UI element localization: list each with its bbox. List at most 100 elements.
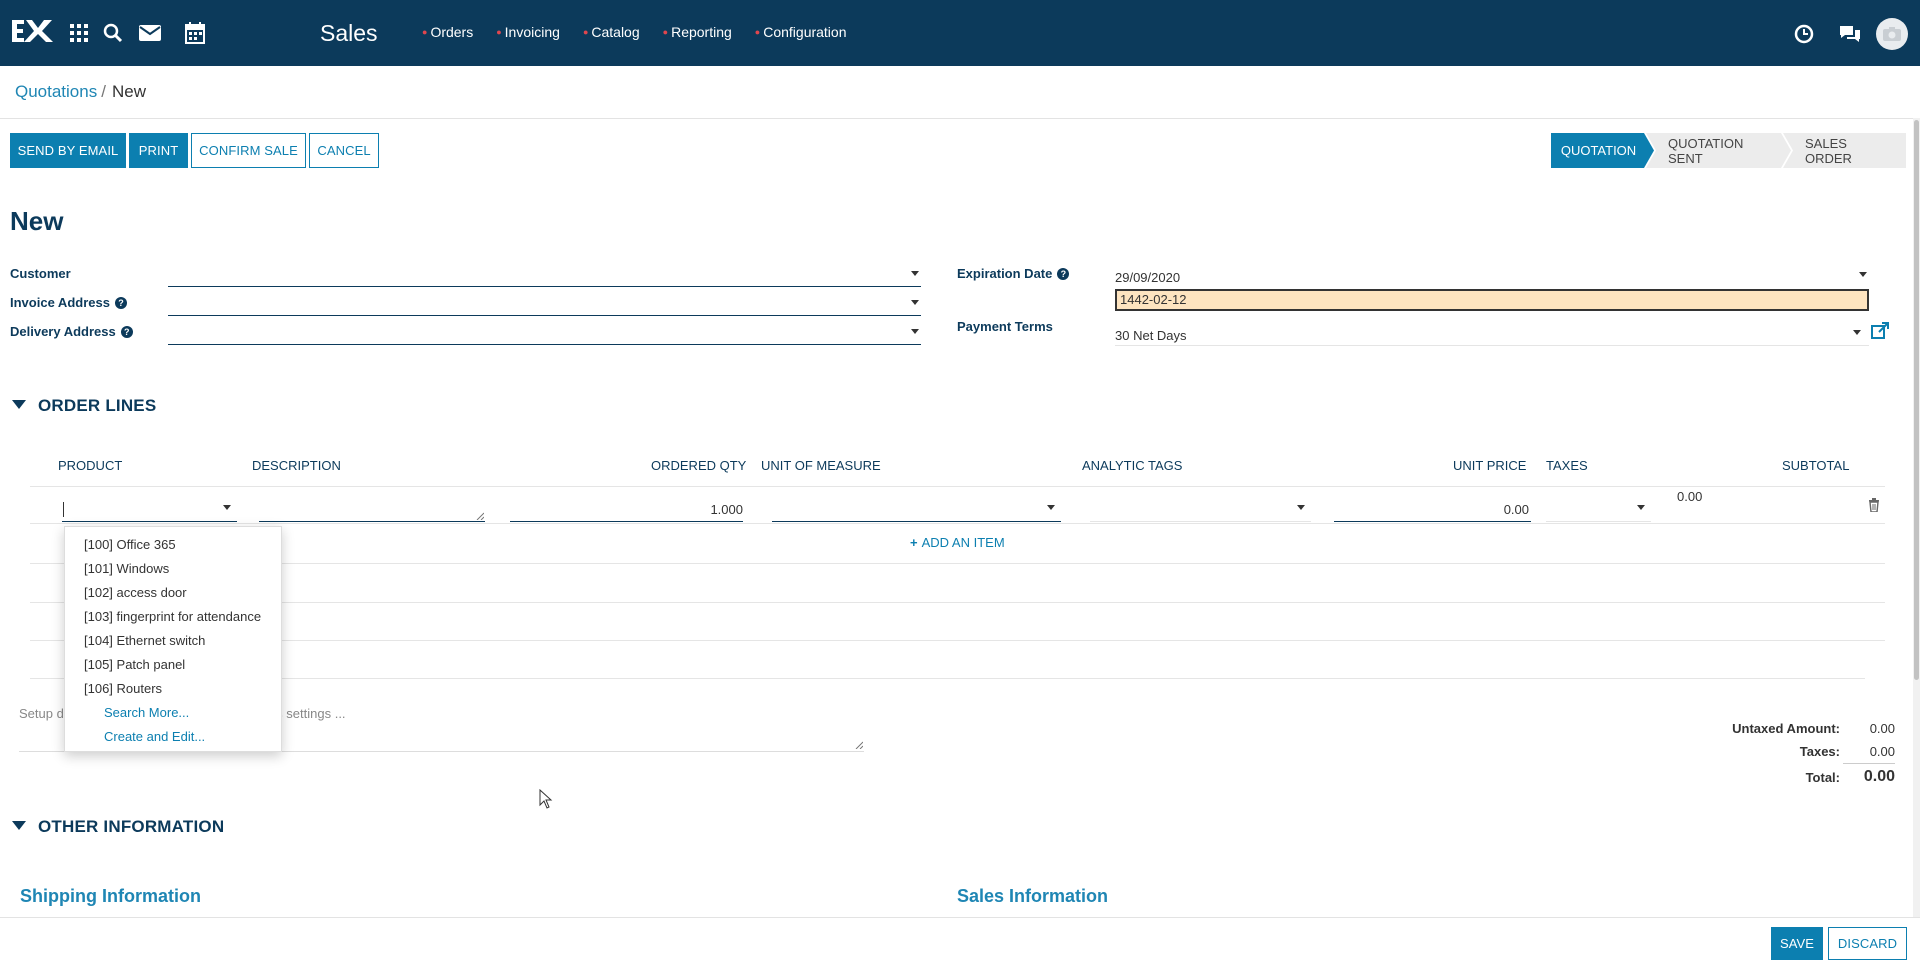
delivery-address-field[interactable] xyxy=(168,321,921,345)
dropdown-item-product[interactable]: [104] Ethernet switch xyxy=(65,629,281,653)
print-button[interactable]: PRINT xyxy=(129,133,188,168)
chevron-down-icon[interactable] xyxy=(911,329,919,334)
customer-field[interactable] xyxy=(168,263,921,287)
user-avatar[interactable] xyxy=(1876,18,1908,50)
col-taxes-header[interactable]: TAXES xyxy=(1546,458,1588,473)
delivery-address-label: Delivery Address? xyxy=(10,324,133,339)
taxes-input[interactable] xyxy=(1546,496,1651,522)
chevron-down-icon[interactable] xyxy=(1047,505,1055,510)
order-lines-section-header[interactable]: ORDER LINES xyxy=(12,396,156,416)
text-cursor xyxy=(63,502,64,517)
chevron-down-icon[interactable] xyxy=(911,271,919,276)
calendar-icon[interactable] xyxy=(183,21,207,45)
chevron-down-icon[interactable] xyxy=(223,505,231,510)
dropdown-item-product[interactable]: [103] fingerprint for attendance xyxy=(65,605,281,629)
col-unit-price-header[interactable]: UNIT PRICE xyxy=(1453,458,1526,473)
totals-divider xyxy=(1843,763,1895,764)
analytic-tags-input[interactable] xyxy=(1090,496,1311,522)
scrollbar-thumb[interactable] xyxy=(1914,120,1919,680)
customer-label: Customer xyxy=(10,266,71,281)
grand-total-value: 0.00 xyxy=(1863,768,1895,785)
menu-catalog[interactable]: ● Catalog xyxy=(583,24,640,40)
mouse-pointer-icon xyxy=(539,788,553,809)
apps-grid-icon[interactable] xyxy=(67,21,91,45)
hijri-date-input[interactable]: 1442-02-12 xyxy=(1115,289,1869,311)
search-more-link[interactable]: Search More... xyxy=(65,701,281,725)
other-information-section-header[interactable]: OTHER INFORMATION xyxy=(12,817,224,837)
menu-reporting[interactable]: ● Reporting xyxy=(663,24,732,40)
dropdown-item-product[interactable]: [106] Routers xyxy=(65,677,281,701)
product-autocomplete-dropdown: [100] Office 365 [101] Windows [102] acc… xyxy=(64,526,282,752)
dropdown-item-product[interactable]: [101] Windows xyxy=(65,557,281,581)
confirm-sale-button[interactable]: CONFIRM SALE xyxy=(191,133,306,168)
row-divider xyxy=(30,678,1865,679)
expiration-date-field[interactable]: 29/09/2020 xyxy=(1115,264,1869,288)
add-an-item-link[interactable]: + ADD AN ITEM xyxy=(910,535,1005,550)
help-icon[interactable]: ? xyxy=(114,297,127,309)
top-navbar: Sales ● Orders ● Invoicing ● Catalog ● Repor… xyxy=(0,0,1920,66)
activity-clock-icon[interactable] xyxy=(1792,22,1816,46)
chevron-down-icon[interactable] xyxy=(1297,505,1305,510)
save-button[interactable]: SAVE xyxy=(1771,927,1823,960)
col-description-header[interactable]: DESCRIPTION xyxy=(252,458,341,473)
dropdown-item-product[interactable]: [102] access door xyxy=(65,581,281,605)
unit-price-input[interactable]: 0.00 xyxy=(1334,496,1531,522)
col-ordered-qty-header[interactable]: ORDERED QTY xyxy=(651,458,746,473)
payment-terms-field[interactable]: 30 Net Days xyxy=(1115,322,1869,346)
record-title: New xyxy=(10,206,64,236)
grand-total-label: Total: xyxy=(1805,770,1840,785)
expiration-date-value: 29/09/2020 xyxy=(1115,270,1181,285)
chevron-down-icon[interactable] xyxy=(911,300,919,305)
sales-information-heading: Sales Information xyxy=(957,886,1109,906)
cancel-button[interactable]: CANCEL xyxy=(309,133,379,168)
col-uom-header[interactable]: UNIT OF MEASURE xyxy=(761,458,881,473)
row-divider xyxy=(30,602,1885,603)
external-link-icon[interactable] xyxy=(1871,322,1889,340)
row-divider xyxy=(30,563,1885,564)
breadcrumb-quotations-link[interactable]: Quotations xyxy=(15,82,97,101)
help-icon[interactable]: ? xyxy=(120,326,133,338)
status-bar: QUOTATION QUOTATION SENT SALES ORDER xyxy=(1551,133,1906,168)
chevron-down-icon[interactable] xyxy=(1859,272,1867,277)
description-input[interactable] xyxy=(259,496,485,522)
send-by-email-button[interactable]: SEND BY EMAIL xyxy=(10,133,126,168)
untaxed-amount-label: Untaxed Amount: xyxy=(1732,721,1840,736)
help-icon[interactable]: ? xyxy=(1057,268,1070,280)
menu-orders[interactable]: ● Orders xyxy=(422,24,473,40)
invoice-address-field[interactable] xyxy=(168,292,921,316)
row-divider xyxy=(30,523,1885,524)
trash-icon[interactable] xyxy=(1868,498,1880,513)
main-menu: ● Orders ● Invoicing ● Catalog ● Reporting ●… xyxy=(422,24,870,40)
taxes-total-value: 0.00 xyxy=(1869,744,1895,759)
chevron-down-icon[interactable] xyxy=(1637,505,1645,510)
create-and-edit-link[interactable]: Create and Edit... xyxy=(65,725,281,749)
col-subtotal-header[interactable]: SUBTOTAL xyxy=(1782,458,1849,473)
product-input[interactable] xyxy=(62,496,237,522)
menu-configuration[interactable]: ● Configuration xyxy=(755,24,847,40)
payment-terms-value: 30 Net Days xyxy=(1115,328,1187,343)
stage-quotation-sent[interactable]: QUOTATION SENT xyxy=(1646,133,1791,168)
dropdown-item-product[interactable]: [100] Office 365 xyxy=(65,533,281,557)
col-product-header[interactable]: PRODUCT xyxy=(58,458,122,473)
col-analytic-tags-header[interactable]: ANALYTIC TAGS xyxy=(1082,458,1182,473)
ordered-qty-input[interactable]: 1.000 xyxy=(510,496,743,522)
discard-button[interactable]: DISCARD xyxy=(1828,927,1907,960)
taxes-total-label: Taxes: xyxy=(1799,744,1840,759)
plus-icon: + xyxy=(910,535,918,550)
dropdown-item-product[interactable]: [105] Patch panel xyxy=(65,653,281,677)
search-icon[interactable] xyxy=(101,21,125,45)
chevron-down-icon[interactable] xyxy=(1853,330,1861,335)
stage-sales-order[interactable]: SALES ORDER xyxy=(1783,133,1906,168)
untaxed-amount-value: 0.00 xyxy=(1869,721,1895,736)
logo-icon[interactable] xyxy=(10,16,56,46)
caret-down-icon xyxy=(12,400,26,409)
app-title: Sales xyxy=(320,20,378,46)
resize-handle-icon[interactable] xyxy=(855,741,863,749)
mail-icon[interactable] xyxy=(138,21,162,45)
subtotal-value: 0.00 xyxy=(1677,489,1703,504)
stage-quotation[interactable]: QUOTATION xyxy=(1551,133,1654,168)
uom-input[interactable] xyxy=(772,496,1061,522)
resize-handle-icon[interactable] xyxy=(476,512,484,520)
menu-invoicing[interactable]: ● Invoicing xyxy=(496,24,560,40)
discuss-chat-icon[interactable] xyxy=(1838,22,1862,46)
